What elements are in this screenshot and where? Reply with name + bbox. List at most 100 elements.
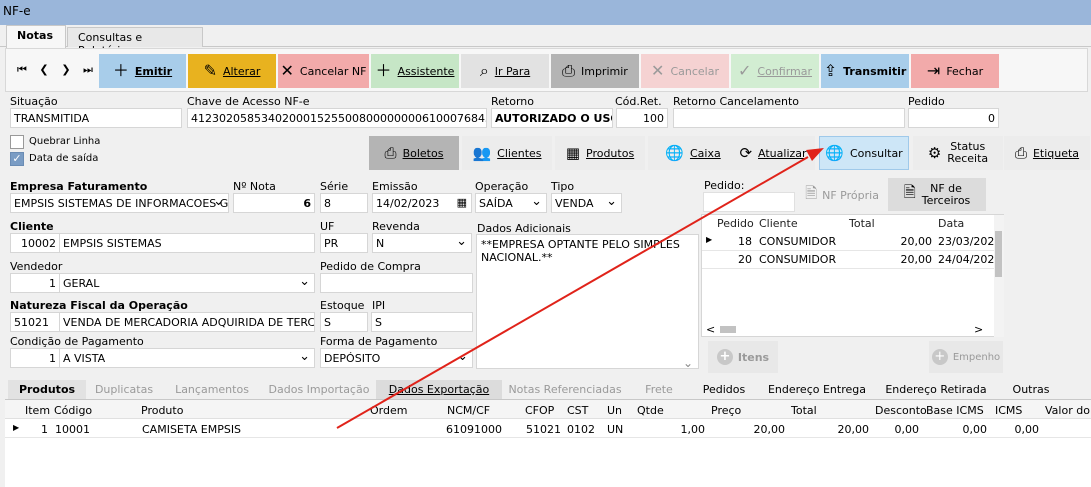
boletos-button[interactable]: ⎙ Boletos [369, 136, 459, 170]
chevron-down-icon[interactable]: ⌄ [683, 356, 693, 370]
alterar-button[interactable]: ✎ Alterar [188, 54, 276, 88]
calendar-icon[interactable]: ▦ [457, 196, 467, 209]
natureza-field[interactable]: VENDA DE MERCADORIA ADQUIRIDA DE TERCEIR [59, 312, 315, 332]
emissao-field[interactable]: 14/02/2023 ▦ [372, 193, 472, 213]
chave-field[interactable]: 4123020585340200015255008000000006100076… [187, 108, 487, 128]
next-record-icon[interactable]: ❯ [58, 62, 74, 78]
last-record-icon[interactable]: ⏭ [80, 62, 96, 78]
prev-record-icon[interactable]: ❮ [36, 62, 52, 78]
vertical-scrollbar[interactable] [994, 215, 1004, 337]
tab-dados-exportacao[interactable]: Dados Exportação [376, 380, 502, 399]
retorno-cancelamento-field[interactable] [673, 108, 905, 128]
itens-button[interactable]: + Itens [708, 341, 778, 373]
condicao-pagamento-select[interactable]: A VISTA [59, 348, 315, 368]
pedido-label: Pedido [908, 95, 945, 108]
status-receita-button[interactable]: ⚙ Status Receita [913, 136, 1003, 170]
tab-duplicatas[interactable]: Duplicatas [86, 380, 162, 399]
pedido-compra-field[interactable] [320, 273, 473, 293]
horizontal-scrollbar[interactable]: < > [702, 323, 994, 337]
header-ordem: Ordem [370, 404, 408, 417]
pedido-field[interactable]: 0 [908, 108, 999, 128]
products-grid: Item Código Produto Ordem NCM/CF CFOP CS… [5, 400, 1091, 487]
cliente-nome-field[interactable]: EMPSIS SISTEMAS [59, 233, 315, 253]
tipo-label: Tipo [551, 180, 575, 193]
revenda-select[interactable]: N [372, 233, 472, 253]
cancelar-nf-button[interactable]: ✕ Cancelar NF [278, 54, 369, 88]
table-row[interactable]: 20 CONSUMIDOR 20,00 24/04/202 [702, 251, 994, 269]
header-desconto: Desconto [875, 404, 927, 417]
nf-propria-button[interactable]: 🗎 NF Própria [798, 179, 886, 211]
cliente-label: Cliente [10, 220, 54, 233]
ipi-field[interactable]: S [371, 312, 473, 332]
tab-consultas-relatorios[interactable]: Consultas e Relatórios [67, 27, 203, 57]
chevron-right-icon[interactable]: > [974, 323, 983, 336]
data-saida-checkbox[interactable]: ✓ [10, 152, 24, 166]
cod-ret-field[interactable]: 100 [616, 108, 668, 128]
header-cfop: CFOP [525, 404, 555, 417]
vendedor-codigo-field[interactable]: 1 [10, 273, 60, 293]
uf-field[interactable]: PR [320, 233, 368, 253]
operacao-select[interactable]: SAÍDA [475, 193, 547, 213]
tab-lancamentos[interactable]: Lançamentos [162, 380, 262, 399]
tab-notas-referenciadas[interactable]: Notas Referenciadas [502, 380, 628, 399]
estoque-label: Estoque [320, 299, 365, 312]
etiqueta-button[interactable]: ⎙ Etiqueta [1004, 136, 1090, 170]
tab-pedidos[interactable]: Pedidos [690, 380, 758, 399]
estoque-field[interactable]: S [320, 312, 368, 332]
tab-frete[interactable]: Frete [630, 380, 688, 399]
globe-icon: 🌐 [825, 144, 844, 162]
chevron-left-icon[interactable]: < [706, 323, 715, 336]
tab-notas[interactable]: Notas [6, 25, 66, 48]
emissao-label: Emissão [372, 180, 418, 193]
tab-produtos[interactable]: Produtos [8, 380, 86, 399]
document-add-icon: 🗎 [903, 183, 916, 201]
header-preco: Preço [711, 404, 742, 417]
empenho-button[interactable]: + Empenho [929, 341, 1003, 373]
tab-dados-importacao[interactable]: Dados Importação [264, 380, 374, 399]
fechar-button[interactable]: ⇥ Fechar [911, 54, 999, 88]
empresa-select[interactable]: EMPSIS SISTEMAS DE INFORMACOES GEI [10, 193, 229, 213]
pedido-search-field[interactable] [703, 192, 795, 212]
tipo-select[interactable]: VENDA [551, 193, 622, 213]
confirmar-button[interactable]: ✓ Confirmar [731, 54, 819, 88]
quebrar-linha-checkbox[interactable] [10, 135, 24, 149]
situacao-field[interactable]: TRANSMITIDA [10, 108, 182, 128]
consultar-button[interactable]: 🌐 Consultar [819, 136, 909, 170]
clientes-button[interactable]: 👥 Clientes [462, 136, 552, 170]
forma-pagamento-select[interactable]: DEPÓSITO [320, 348, 473, 368]
transmitir-button[interactable]: ⇪ Transmitir [821, 54, 909, 88]
vendedor-select[interactable]: GERAL [59, 273, 315, 293]
table-row[interactable]: ▶ 1 10001 CAMISETA EMPSIS 61091000 51021… [5, 420, 1091, 438]
top-tabs: Notas Consultas e Relatórios [0, 25, 1091, 57]
condicao-codigo-field[interactable]: 1 [10, 348, 60, 368]
table-row[interactable]: ▶ 18 CONSUMIDOR 20,00 23/03/202 [702, 233, 994, 251]
retorno-label: Retorno [491, 95, 534, 108]
serie-field[interactable]: 8 [320, 193, 368, 213]
nf-terceiros-button[interactable]: 🗎 NF de Terceiros [888, 178, 986, 211]
caixa-button[interactable]: 🌐 Caixa [648, 136, 738, 170]
cancelar-button[interactable]: ✕ Cancelar [641, 54, 729, 88]
natureza-codigo-field[interactable]: 51021 [10, 312, 60, 332]
grid-icon: ▦ [565, 144, 580, 162]
nota-field[interactable]: 6 [233, 193, 315, 213]
retorno-field[interactable]: AUTORIZADO O USO [491, 108, 613, 128]
printer-icon: ⎙ [384, 144, 397, 162]
scrollbar-thumb[interactable] [720, 326, 736, 333]
globe-icon: 🌐 [665, 144, 684, 162]
assistente-button[interactable]: ＋ Assistente [371, 54, 459, 88]
atualizar-button[interactable]: ⟳ Atualizar [731, 136, 815, 170]
emitir-button[interactable]: ＋ Emitir [99, 54, 186, 88]
ir-para-button[interactable]: ⌕ Ir Para [461, 54, 549, 88]
gears-icon: ⚙ [927, 144, 942, 162]
tab-endereco-entrega[interactable]: Endereço Entrega [760, 380, 874, 399]
produtos-button[interactable]: ▦ Produtos [555, 136, 645, 170]
cliente-codigo-field[interactable]: 10002 [10, 233, 60, 253]
imprimir-button[interactable]: ⎙ Imprimir [551, 54, 639, 88]
first-record-icon[interactable]: ⏮ [14, 62, 30, 78]
tab-endereco-retirada[interactable]: Endereço Retirada [876, 380, 996, 399]
dados-adicionais-textarea[interactable]: **EMPRESA OPTANTE PELO SIMPLES NACIONAL.… [476, 234, 699, 369]
empresa-label: Empresa Faturamento [10, 180, 148, 193]
nota-label: Nº Nota [233, 180, 276, 193]
tab-outras[interactable]: Outras [998, 380, 1064, 399]
scrollbar-thumb[interactable] [995, 231, 1002, 277]
